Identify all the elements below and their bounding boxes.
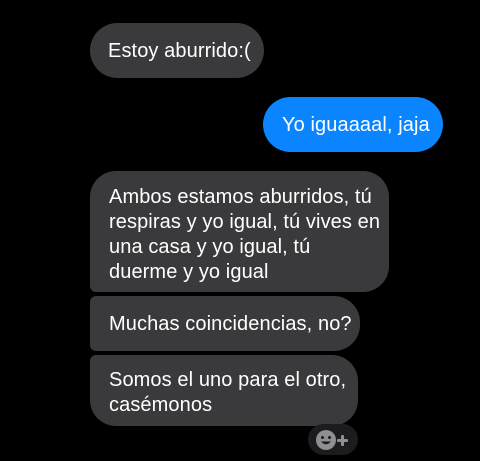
- message-text: Estoy aburrido:(: [108, 40, 251, 62]
- message-text-line: duerme y yo igual: [109, 261, 269, 283]
- smiley-add-icon: [316, 430, 348, 450]
- message-bubble-outgoing[interactable]: Yo iguaaaal, jaja: [263, 97, 443, 152]
- message-bubble-incoming[interactable]: Muchas coincidencias, no?: [90, 296, 360, 351]
- message-bubble-incoming[interactable]: Ambos estamos aburridos, tú respiras y y…: [90, 171, 389, 292]
- message-text-line: Somos el uno para el otro,: [109, 369, 347, 391]
- message-thread: Estoy aburrido:( Yo iguaaaal, jaja Ambos…: [0, 0, 480, 461]
- message-text-line: una casa y yo igual, tú: [109, 236, 311, 258]
- message-text: Muchas coincidencias, no?: [109, 313, 352, 335]
- message-text-line: Ambos estamos aburridos, tú: [109, 186, 372, 208]
- message-text-line: respiras y yo igual, tú vives en: [109, 211, 381, 233]
- add-reaction-button[interactable]: [308, 424, 358, 455]
- message-bubble-incoming[interactable]: Somos el uno para el otro, casémonos: [90, 355, 358, 426]
- message-bubble-incoming[interactable]: Estoy aburrido:(: [90, 23, 264, 78]
- message-text: Yo iguaaaal, jaja: [282, 114, 430, 136]
- message-text-line: casémonos: [109, 394, 213, 416]
